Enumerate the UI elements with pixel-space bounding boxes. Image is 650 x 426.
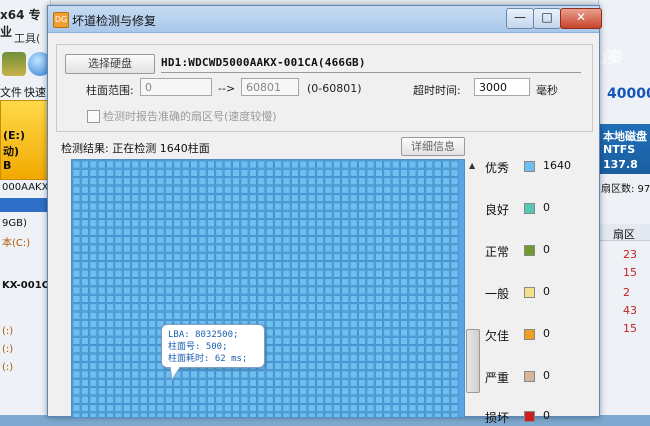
legend-item: 严重 0 — [485, 369, 595, 385]
legend-item: 优秀 1640 — [485, 159, 595, 175]
table-cell: 15 — [623, 322, 637, 335]
legend-swatch — [524, 245, 535, 256]
legend-count: 0 — [543, 409, 550, 422]
legend-item: 正常 0 — [485, 243, 595, 259]
legend-count: 0 — [543, 369, 550, 382]
toolbar-label-file[interactable]: 文件 — [0, 84, 22, 100]
legend-label: 优秀 — [485, 161, 510, 175]
cylinder-grid-cells — [72, 160, 459, 417]
legend-count: 0 — [543, 243, 550, 256]
panel-size: 137.8 — [603, 158, 638, 171]
tree-selection-highlight — [0, 198, 50, 212]
app-icon: DG — [53, 12, 69, 28]
dialog-title: 坏道检测与修复 — [72, 14, 157, 28]
panel-label: 本地磁盘 — [603, 130, 647, 143]
tree-item[interactable]: (:) — [2, 362, 13, 373]
legend-count: 0 — [543, 285, 550, 298]
legend-label: 正常 — [485, 245, 510, 259]
tooltip-lba: LBA: 8032500; — [168, 330, 239, 340]
legend-count: 0 — [543, 327, 550, 340]
legend-swatch — [524, 161, 535, 172]
partition-size: B — [3, 159, 12, 172]
partition-tile[interactable]: (E:) 动) B — [0, 100, 48, 180]
maximize-button[interactable]: □ — [533, 8, 561, 29]
cylinder-range-label: 柱面范围: — [86, 84, 134, 97]
cylinder-grid[interactable] — [71, 159, 465, 418]
legend-swatch — [524, 411, 535, 422]
tooltip-time: 柱面耗时: 62 ms; — [168, 354, 248, 364]
partition-status: 动) — [3, 145, 20, 158]
table-cell: 15 — [623, 266, 637, 279]
dialog-titlebar[interactable]: DG 坏道检测与修复 — □ ✕ — [48, 6, 602, 33]
minimize-button[interactable]: — — [506, 8, 534, 29]
cylinder-from-input[interactable]: 0 — [140, 78, 212, 96]
legend-item: 损坏 0 — [485, 409, 595, 425]
tooltip-tail — [170, 367, 181, 381]
legend-swatch — [524, 203, 535, 214]
file-toolbar-icon[interactable] — [2, 52, 26, 76]
column-header[interactable]: 扇区 — [599, 224, 650, 241]
disk-info-text: HD1:WDCWD5000AAKX-001CA(466GB) — [161, 56, 366, 69]
background-left-panel: x64 专业 工具( 文件 快速 (E:) 动) B 000AAKX-0 9GB… — [0, 0, 51, 415]
column-header-label: 扇区 — [613, 228, 635, 241]
cylinder-tooltip: LBA: 8032500; 柱面号: 500; 柱面耗时: 62 ms; — [161, 324, 265, 381]
disk-capacity-number: 40000 — [607, 86, 650, 102]
cylinder-range-hint: (0-60801) — [307, 82, 362, 95]
report-sector-label[interactable]: 检测时报告准确的扇区号(速度较慢) — [103, 108, 277, 124]
legend-item: 一般 0 — [485, 285, 595, 301]
legend-label: 一般 — [485, 287, 510, 301]
legend-label: 良好 — [485, 203, 510, 217]
legend-count: 1640 — [543, 159, 571, 172]
panel-fs: NTFS — [603, 143, 636, 156]
detail-button[interactable]: 详细信息 — [401, 137, 465, 156]
legend-label: 损坏 — [485, 411, 510, 425]
tree-item[interactable]: (:) — [2, 344, 13, 355]
timeout-unit: 毫秒 — [536, 84, 558, 97]
legend-label: 欠佳 — [485, 329, 510, 343]
toolbar-label-quick[interactable]: 快速 — [24, 84, 46, 100]
grid-scrollbar[interactable]: ▲ — [466, 159, 480, 416]
table-cell: 43 — [623, 304, 637, 317]
tree-item[interactable]: 本(C:) — [2, 234, 30, 249]
background-menu-tools[interactable]: 工具( — [14, 30, 40, 46]
background-right-panel: @辣山秦 40000 本地磁盘 NTFS 137.8 扇区数: 976 扇区 2… — [598, 0, 650, 415]
report-sector-checkbox[interactable] — [87, 110, 100, 123]
legend-count: 0 — [543, 201, 550, 214]
tree-item[interactable]: (:) — [2, 326, 13, 337]
table-cell: 23 — [623, 248, 637, 261]
tooltip-cylinder: 柱面号: 500; — [168, 342, 228, 352]
partition-letter: (E:) — [3, 129, 25, 142]
watermark-text: @辣山秦 — [599, 48, 624, 67]
timeout-label: 超时时间: — [413, 84, 461, 97]
tree-item[interactable]: 9GB) — [2, 218, 27, 229]
sector-count-label: 扇区数: 976 — [601, 184, 650, 195]
disk-info-underline — [161, 72, 581, 73]
legend-item: 良好 0 — [485, 201, 595, 217]
legend-swatch — [524, 287, 535, 298]
partition-info-panel: 本地磁盘 NTFS 137.8 — [599, 124, 650, 174]
results-status: 检测结果: 正在检测 1640柱面 — [61, 142, 210, 155]
select-disk-button[interactable]: 选择硬盘 — [65, 54, 155, 74]
legend-swatch — [524, 371, 535, 382]
disk-model-fragment: 000AAKX-0 — [2, 182, 50, 193]
legend-item: 欠佳 0 — [485, 327, 595, 343]
bad-sector-dialog: DG 坏道检测与修复 — □ ✕ 选择硬盘 HD1:WDCWD5000AAKX-… — [47, 5, 602, 425]
tree-item[interactable]: KX-001C — [2, 280, 49, 291]
legend-swatch — [524, 329, 535, 340]
cylinder-to-input[interactable]: 60801 — [241, 78, 299, 96]
legend-label: 严重 — [485, 371, 510, 385]
close-button[interactable]: ✕ — [560, 8, 602, 29]
timeout-input[interactable]: 3000 — [474, 78, 530, 96]
scroll-up-arrow-icon[interactable]: ▲ — [469, 161, 475, 170]
cylinder-range-arrow: --> — [218, 82, 236, 95]
scroll-thumb[interactable] — [466, 329, 480, 393]
table-cell: 2 — [623, 286, 630, 299]
